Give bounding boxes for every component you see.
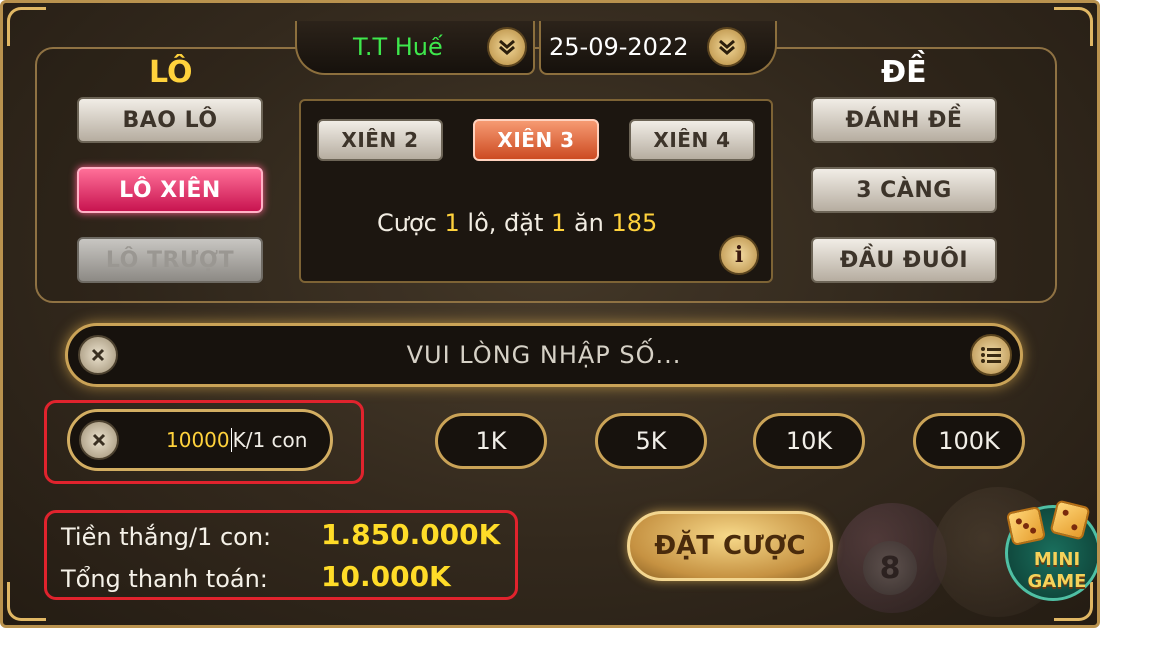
- minigame-label-line1: MINI: [1033, 549, 1081, 570]
- chip-5k-button[interactable]: 5K: [595, 413, 707, 469]
- lo-xien-button[interactable]: LÔ XIÊN: [77, 167, 263, 213]
- number-input[interactable]: VUI LÒNG NHẬP SỐ...: [65, 323, 1023, 387]
- xien-4-button[interactable]: XIÊN 4: [629, 119, 755, 161]
- 3-cang-button[interactable]: 3 CÀNG: [811, 167, 997, 213]
- chevron-down-icon[interactable]: [707, 27, 747, 67]
- place-bet-button[interactable]: ĐẶT CƯỢC: [627, 511, 833, 581]
- highlight-amount-box: [44, 400, 364, 484]
- list-icon[interactable]: [970, 334, 1012, 376]
- chip-1k-button[interactable]: 1K: [435, 413, 547, 469]
- date-selector[interactable]: 25-09-2022: [539, 21, 777, 75]
- bao-lo-button[interactable]: BAO LÔ: [77, 97, 263, 143]
- rule-stake: 1: [551, 209, 567, 237]
- province-selector[interactable]: T.T Huế: [295, 21, 535, 75]
- corner-ornament: [7, 582, 46, 621]
- lo-section-title: LÔ: [149, 55, 193, 90]
- xien-2-button[interactable]: XIÊN 2: [317, 119, 443, 161]
- highlight-summary-box: [44, 510, 518, 600]
- lo-truot-button[interactable]: LÔ TRƯỢT: [77, 237, 263, 283]
- xien-3-button[interactable]: XIÊN 3: [473, 119, 599, 161]
- chevron-down-icon[interactable]: [487, 27, 527, 67]
- payout-rule: Cược 1 lô, đặt 1 ăn 185: [377, 209, 657, 237]
- rule-text: ăn: [573, 209, 604, 237]
- rule-text: lô, đặt: [467, 209, 544, 237]
- dau-duoi-button[interactable]: ĐẦU ĐUÔI: [811, 237, 997, 283]
- minigame-label: MINI GAME: [1011, 549, 1097, 593]
- decorative-ball-8: 8: [863, 541, 917, 595]
- rule-text: Cược: [377, 209, 437, 237]
- minigame-label-line2: GAME: [1027, 571, 1087, 592]
- de-section-title: ĐỀ: [881, 55, 927, 90]
- province-label: T.T Huế: [353, 33, 443, 61]
- number-input-placeholder: VUI LÒNG NHẬP SỐ...: [406, 341, 682, 369]
- corner-ornament: [7, 7, 46, 46]
- corner-ornament: [1054, 7, 1093, 46]
- info-icon[interactable]: i: [719, 235, 759, 275]
- rule-payout: 185: [611, 209, 658, 237]
- chip-100k-button[interactable]: 100K: [913, 413, 1025, 469]
- chip-10k-button[interactable]: 10K: [753, 413, 865, 469]
- date-label: 25-09-2022: [549, 33, 689, 61]
- rule-bet-count: 1: [444, 209, 460, 237]
- dice-icon: [1005, 505, 1047, 547]
- danh-de-button[interactable]: ĐÁNH ĐỀ: [811, 97, 997, 143]
